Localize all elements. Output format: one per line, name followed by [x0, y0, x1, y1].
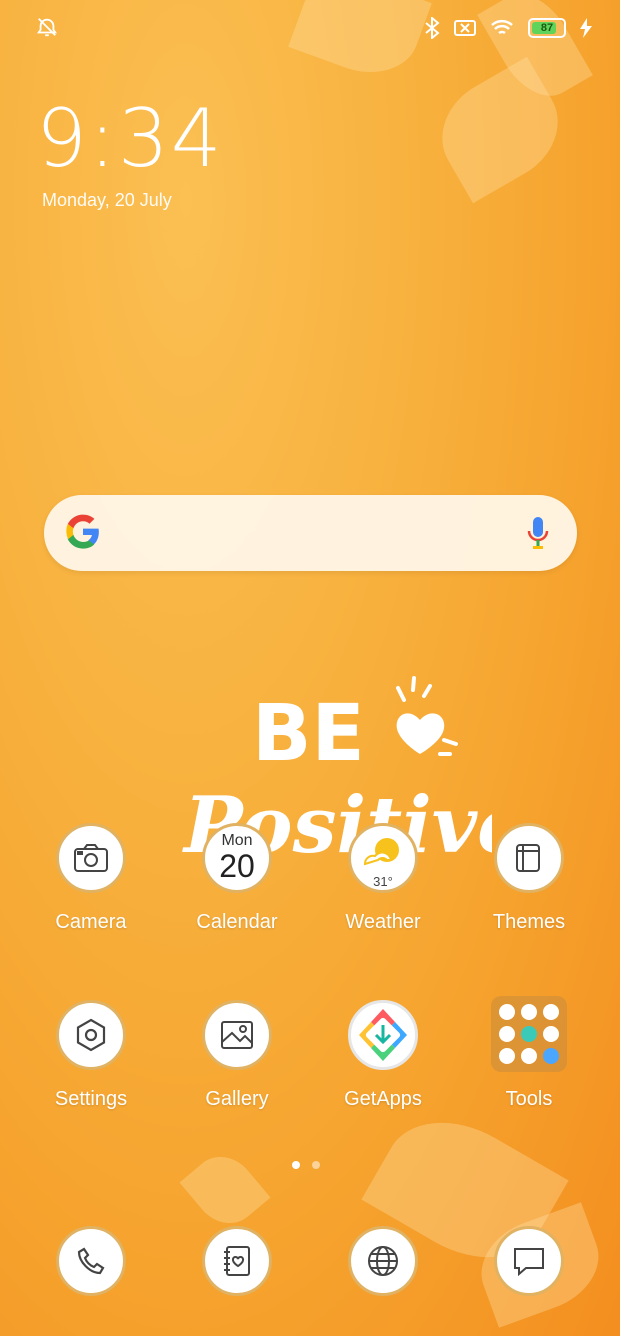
phone-icon [77, 1247, 105, 1275]
app-gallery[interactable]: Gallery [172, 1000, 302, 1111]
date-text[interactable]: Monday, 20 July [42, 190, 172, 211]
heart-icon [396, 713, 445, 754]
camera-icon [74, 844, 108, 872]
app-label: Tools [505, 1088, 553, 1110]
dock-browser[interactable] [318, 1226, 448, 1296]
weather-temperature: 31° [373, 874, 393, 889]
mic-icon[interactable] [527, 515, 549, 551]
lock-clock[interactable]: 9:34 [36, 92, 224, 185]
battery-level: 87 [540, 22, 554, 34]
gallery-icon [221, 1021, 253, 1049]
app-label: Weather [345, 911, 421, 933]
calendar-day: 20 [219, 848, 255, 884]
charging-icon [580, 18, 592, 38]
app-label: Themes [492, 911, 566, 933]
page-dot-active[interactable] [292, 1161, 300, 1169]
battery-icon: 87 [528, 18, 566, 38]
app-label: Settings [54, 1088, 128, 1110]
contacts-icon [224, 1246, 250, 1276]
messages-icon [514, 1248, 544, 1276]
themes-icon [516, 844, 540, 872]
hero-line1: BE [252, 689, 365, 779]
google-logo-icon [66, 514, 99, 549]
dock-contacts[interactable] [172, 1226, 302, 1296]
app-settings[interactable]: Settings [26, 1000, 156, 1111]
getapps-icon [359, 1009, 407, 1061]
folder-icon [491, 996, 567, 1072]
app-label: GetApps [344, 1088, 422, 1110]
alarm-off-icon [37, 18, 57, 37]
app-tools-folder[interactable]: Tools [464, 996, 594, 1111]
app-weather[interactable]: 31° Weather [318, 823, 448, 934]
app-label: Gallery [205, 1088, 269, 1110]
dock-messages[interactable] [464, 1226, 594, 1296]
calendar-icon: Mon 20 [202, 823, 272, 893]
google-search-bar[interactable] [44, 495, 577, 571]
bluetooth-icon [425, 17, 440, 39]
sun-cloud-icon [364, 838, 399, 866]
app-themes[interactable]: Themes [464, 823, 594, 934]
gear-icon [76, 1018, 106, 1052]
status-bar: 87 [0, 0, 620, 58]
app-camera[interactable]: Camera [26, 823, 156, 934]
wallpaper-leaf [179, 1143, 271, 1237]
page-dot[interactable] [312, 1161, 320, 1169]
calendar-weekday: Mon [221, 832, 253, 849]
dock-phone[interactable] [26, 1226, 156, 1296]
no-sim-icon [454, 20, 476, 36]
browser-icon [368, 1246, 398, 1276]
wifi-icon [491, 20, 513, 35]
app-label: Camera [55, 911, 127, 933]
app-calendar[interactable]: Mon 20 Calendar [172, 823, 302, 934]
app-getapps[interactable]: GetApps [318, 1000, 448, 1111]
app-label: Calendar [196, 911, 278, 933]
page-indicator [292, 1161, 320, 1169]
